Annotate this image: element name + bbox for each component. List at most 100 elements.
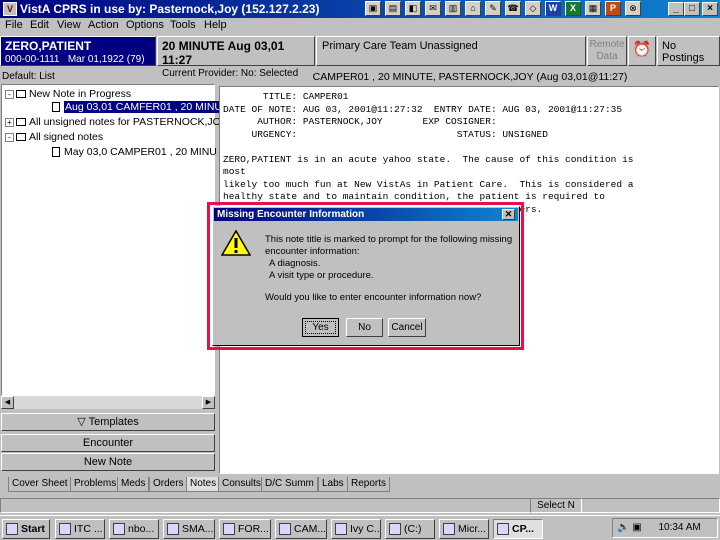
menu-action[interactable]: Action [88, 19, 119, 31]
tab-notes[interactable]: Notes [186, 477, 221, 492]
menu-file[interactable]: File [5, 19, 23, 31]
tree-node-new-note[interactable]: - New Note in Progress [5, 88, 131, 100]
app-icon-5[interactable]: ▥ [445, 1, 461, 16]
close-button[interactable]: × [702, 2, 718, 16]
taskbar-button-ivy[interactable]: Ivy C... [331, 519, 381, 539]
notes-tree[interactable]: - New Note in Progress Aug 03,01 CAMFER0… [1, 84, 228, 396]
tree-node-label: All signed notes [29, 131, 104, 143]
app-icon-12[interactable]: ▦ [585, 1, 601, 16]
alarm-clock-icon[interactable]: ⏰ [628, 36, 656, 66]
document-icon [52, 147, 60, 157]
visit-label: 20 MINUTE Aug 03,01 11:27 [162, 39, 285, 67]
window-title: VistA CPRS in use by: Pasternock,Joy (15… [20, 2, 320, 16]
taskbar-button-micr[interactable]: Micr... [439, 519, 489, 539]
postings-button[interactable]: No Postings [657, 36, 720, 66]
taskbar-label: ITC ... [74, 523, 103, 535]
menu-help[interactable]: Help [204, 19, 227, 31]
taskbar-label: Ivy C... [350, 523, 381, 535]
tree-node-current-note[interactable]: Aug 03,01 CAMFER01 , 20 MINU [52, 101, 223, 113]
collapse-icon[interactable]: - [5, 132, 14, 142]
app-icon-2[interactable]: ▤ [385, 1, 401, 16]
taskbar-button-for[interactable]: FOR... [219, 519, 271, 539]
encounter-button[interactable]: Encounter [1, 434, 215, 452]
expand-icon[interactable]: + [5, 117, 14, 127]
taskbar-button-nbo[interactable]: nbo... [109, 519, 159, 539]
note-header: CAMPER01 , 20 MINUTE, PASTERNOCK,JOY (Au… [312, 71, 628, 83]
tab-consults[interactable]: Consults [218, 477, 265, 492]
tab-orders[interactable]: Orders [149, 477, 188, 492]
app-icon-1[interactable]: ▣ [365, 1, 381, 16]
windows-logo-icon [6, 523, 18, 536]
patient-name: ZERO,PATIENT [5, 39, 92, 53]
app-icon-14[interactable]: ⊗ [625, 1, 641, 16]
menu-bar: File Edit View Action Options Tools Help [0, 18, 720, 35]
mail-icon[interactable]: ✉ [425, 1, 441, 16]
tree-node-unsigned-notes[interactable]: + All unsigned notes for PASTERNOCK,JOY [5, 116, 228, 128]
tree-node-label: Aug 03,01 CAMFER01 , 20 MINU [64, 101, 223, 113]
scroll-left-icon[interactable]: ◀ [1, 396, 14, 409]
templates-button[interactable]: ▽ Templates [1, 413, 215, 431]
drive-icon [389, 523, 401, 536]
scroll-right-icon[interactable]: ▶ [202, 396, 215, 409]
excel-icon[interactable]: X [565, 1, 581, 16]
tree-node-signed-notes[interactable]: - All signed notes [5, 131, 103, 143]
primary-care-button[interactable]: Primary Care Team Unassigned [316, 36, 586, 66]
highlight-annotation [207, 202, 524, 350]
app-icon [497, 523, 509, 536]
folder-icon [16, 90, 26, 98]
menu-options[interactable]: Options [126, 19, 164, 31]
taskbar-button-cprs[interactable]: CP... [493, 519, 543, 539]
app-icon [113, 523, 125, 536]
app-icon-3[interactable]: ◧ [405, 1, 421, 16]
collapse-icon[interactable]: - [5, 89, 14, 99]
tab-dc-summ[interactable]: D/C Summ [261, 477, 318, 492]
status-bar [0, 498, 720, 513]
start-label: Start [21, 523, 45, 535]
vista-app-icon[interactable]: V [3, 2, 17, 16]
tab-cover-sheet[interactable]: Cover Sheet [8, 477, 72, 492]
patient-dob: Mar 01,1922 (79) [67, 54, 145, 65]
terminal-icon [223, 523, 235, 536]
word-icon[interactable]: W [545, 1, 561, 16]
taskbar-button-sma[interactable]: SMA... [163, 519, 215, 539]
menu-edit[interactable]: Edit [30, 19, 49, 31]
tree-node-signed-note[interactable]: May 03,0 CAMPER01 , 20 MINU [52, 146, 217, 158]
tab-labs[interactable]: Labs [318, 477, 348, 492]
folder-icon [59, 523, 71, 536]
app-icon-8[interactable]: ☎ [505, 1, 521, 16]
maximize-button[interactable]: □ [684, 2, 700, 16]
taskbar-button-c-drive[interactable]: (C:) [385, 519, 435, 539]
taskbar-button-cam[interactable]: CAM... [275, 519, 327, 539]
terminal-icon [279, 523, 291, 536]
visit-info-button[interactable]: 20 MINUTE Aug 03,01 11:27 Current Provid… [157, 36, 315, 79]
primary-care-team: Primary Care Team Unassigned [322, 40, 478, 52]
taskbar-label: FOR... [238, 523, 269, 535]
remote-data-button[interactable]: Remote Data [587, 36, 627, 66]
app-icon-7[interactable]: ✎ [485, 1, 501, 16]
taskbar-label: (C:) [404, 523, 422, 535]
tab-problems[interactable]: Problems [70, 477, 121, 492]
app-icon [443, 523, 455, 536]
menu-tools[interactable]: Tools [170, 19, 196, 31]
app-icon-6[interactable]: ⌂ [465, 1, 481, 16]
tab-meds[interactable]: Meds [117, 477, 150, 492]
taskbar-label: nbo... [128, 523, 155, 535]
taskbar-button-itc[interactable]: ITC ... [55, 519, 105, 539]
app-icon-9[interactable]: ◇ [525, 1, 541, 16]
tree-node-label: May 03,0 CAMPER01 , 20 MINU [64, 146, 217, 158]
powerpoint-icon[interactable]: P [605, 1, 621, 16]
tree-horizontal-scrollbar[interactable]: ◀ ▶ [1, 396, 215, 409]
patient-info-button[interactable]: ZERO,PATIENT 000-00-1111 Mar 01,1922 (79… [0, 36, 156, 66]
notes-list-label: Default: List [2, 71, 55, 82]
tray-app-icon[interactable]: ▣ [632, 522, 641, 533]
start-button[interactable]: Start [2, 519, 50, 539]
clock[interactable]: 10:34 AM [658, 522, 700, 533]
speaker-icon[interactable]: 🔈 [617, 522, 629, 533]
menu-view[interactable]: View [57, 19, 81, 31]
tree-node-label: New Note in Progress [29, 88, 132, 100]
tree-node-label: All unsigned notes for PASTERNOCK,JOY [29, 116, 228, 128]
new-note-button[interactable]: New Note [1, 453, 215, 471]
tab-reports[interactable]: Reports [347, 477, 391, 492]
document-icon [52, 102, 60, 112]
minimize-button[interactable]: _ [668, 2, 684, 16]
